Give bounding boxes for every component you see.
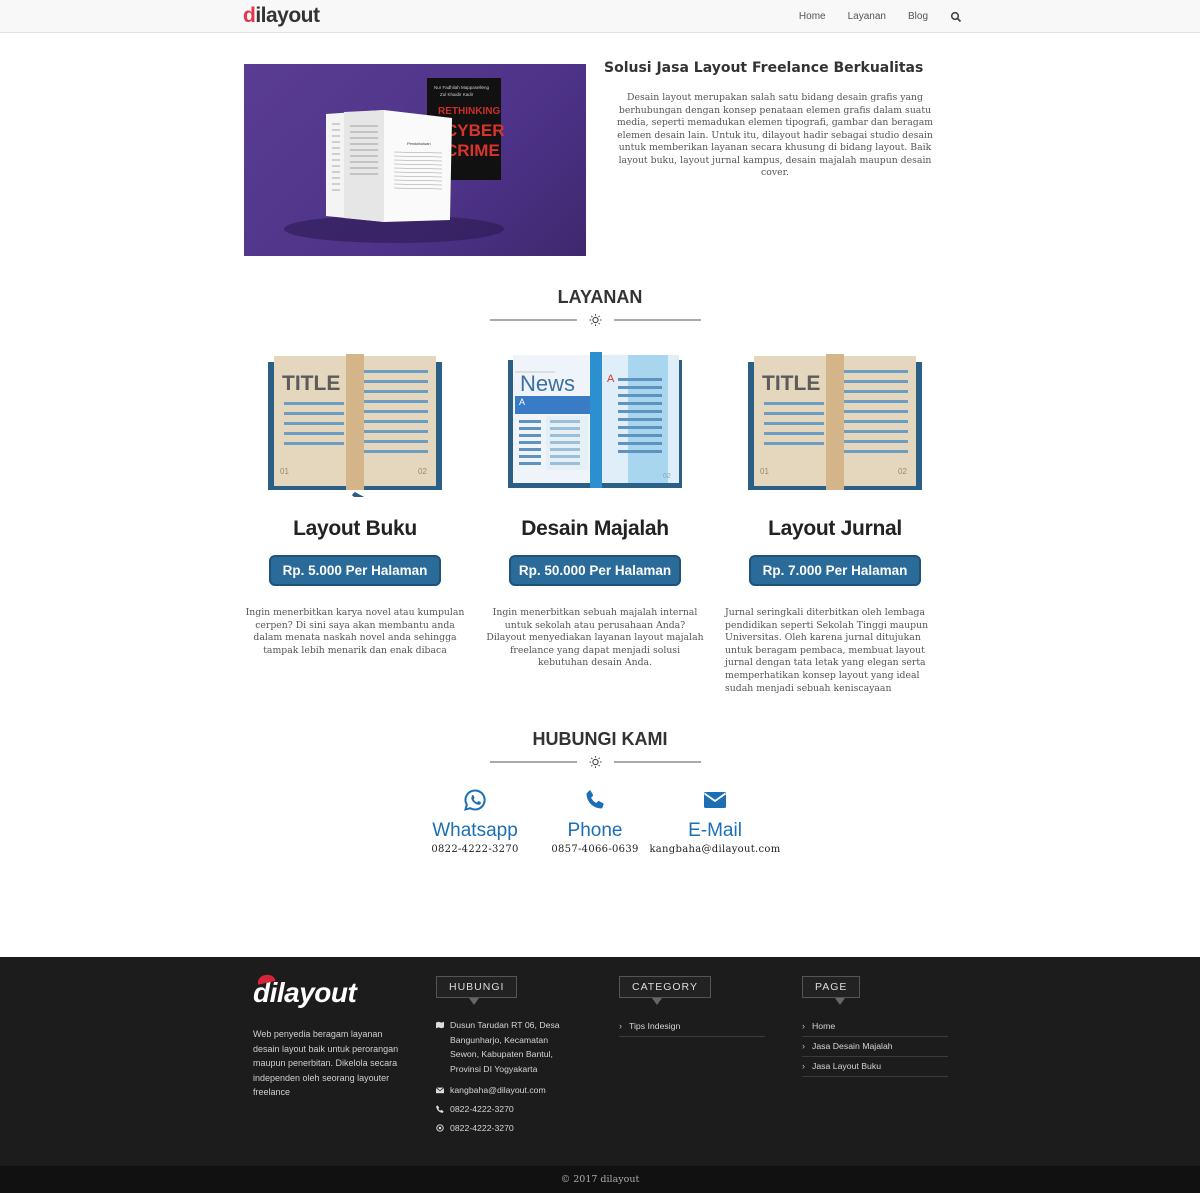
footer-about-text: Web penyedia beragam layanan desain layo… [253,1029,399,1097]
contact-value: kangbaha@dilayout.com [649,844,781,855]
footer-contact-list: Dusun Tarudan RT 06, Desa Bangunharjo, K… [436,1018,576,1137]
svg-text:TITLE: TITLE [762,372,820,395]
layanan-title: LAYANAN [557,287,643,307]
svg-text:Pendahuluan: Pendahuluan [407,141,431,146]
envelope-icon [436,1086,444,1093]
footer: dilayout Web penyedia beragam layanan de… [0,957,1200,1166]
svg-text:RETHINKING: RETHINKING [438,106,500,117]
footer-heading-category: CATEGORY [619,976,711,1005]
svg-text:A: A [607,373,615,385]
book-icon: TITLE 01 02 [748,354,922,490]
contact-value: 0822-4222-3270 [431,844,519,855]
svg-text:CYBER: CYBER [445,121,505,140]
service-description: Ingin menerbitkan sebuah majalah interna… [486,607,704,669]
footer-category-item[interactable]: › Tips Indesign [619,1017,765,1037]
mail-icon [703,792,727,808]
contact-email[interactable]: E-Mail kangbaha@dilayout.com [645,788,785,855]
svg-text:CRIME: CRIME [445,141,500,160]
chevron-right-icon: › [802,1061,805,1071]
sun-icon [592,316,599,324]
footer-page-link-majalah[interactable]: › Jasa Desain Majalah [802,1037,948,1057]
svg-text:News: News [520,371,575,396]
open-book-illustration: Nur Fadhilah Mappaselleng Zul Khaidir Ka… [284,78,505,243]
svg-text:02: 02 [898,467,907,476]
contact-phone[interactable]: Phone 0857-4066-0639 [525,788,665,855]
footer-page-list: › Home › Jasa Desain Majalah › Jasa Layout … [802,1017,948,1077]
whatsapp-icon [464,789,486,811]
contact-value: 0857-4066-0639 [551,844,639,855]
footer-heading-page: PAGE [802,976,861,1005]
magazine-icon: News A A 02 [508,352,682,488]
service-card-desain-majalah: News A A 02 Desain Majalah Rp. 50.000 Pe… [485,352,705,670]
intro-title: Solusi Jasa Layout Freelance Berkualitas [604,60,924,76]
whatsapp-icon [436,1123,444,1132]
footer-page-link-buku[interactable]: › Jasa Layout Buku [802,1057,948,1077]
footer-category-list: › Tips Indesign [619,1017,765,1037]
contact-label: Phone [567,820,623,841]
svg-text:Zul Khaidir Kadir: Zul Khaidir Kadir [440,92,474,97]
nav-menu: Home Layanan Blog [799,0,962,33]
service-card-layout-buku: TITLE 01 02 Layout Buku Rp. 5.000 Per Ha… [245,352,465,657]
phone-icon [586,790,604,809]
svg-text:A: A [519,397,525,407]
footer-heading-hubungi: HUBUNGI [436,976,518,1005]
footer-email[interactable]: kangbaha@dilayout.com [436,1080,576,1099]
site-logo[interactable]: dilayout [243,4,320,28]
price-button-desain-majalah[interactable]: Rp. 50.000 Per Halaman [509,555,681,586]
nav-link-blog[interactable]: Blog [908,11,928,22]
nav-link-layanan[interactable]: Layanan [848,11,886,22]
section-divider [490,756,701,768]
chevron-right-icon: › [619,1021,622,1031]
book-icon: TITLE 01 02 [268,354,442,497]
search-icon[interactable] [950,11,962,23]
nav-link-home[interactable]: Home [799,11,826,22]
svg-text:TITLE: TITLE [282,372,340,395]
contact-label: E-Mail [688,820,742,841]
price-button-layout-buku[interactable]: Rp. 5.000 Per Halaman [269,555,441,586]
hero-book-image: Nur Fadhilah Mappaselleng Zul Khaidir Ka… [244,64,586,256]
service-name: Desain Majalah [521,517,669,540]
service-description: Jurnal seringkali diterbitkan oleh lemba… [725,607,929,694]
phone-icon [436,1104,444,1113]
service-description: Ingin menerbitkan karya novel atau kumpu… [245,607,465,656]
hubungi-title: HUBUNGI KAMI [532,729,668,749]
contact-whatsapp[interactable]: Whatsapp 0822-4222-3270 [405,788,545,855]
footer-phone[interactable]: 0822-4222-3270 [436,1099,576,1118]
top-navbar: dilayout Home Layanan Blog [0,0,1200,33]
sun-icon [592,758,599,766]
footer-logo[interactable]: dilayout [253,973,357,1009]
contact-label: Whatsapp [432,820,518,841]
map-icon [436,1021,444,1029]
service-name: Layout Jurnal [768,517,902,540]
svg-text:01: 01 [280,467,289,476]
section-divider [490,314,701,326]
service-name: Layout Buku [293,517,417,540]
svg-text:02: 02 [663,473,671,480]
svg-text:01: 01 [760,467,769,476]
chevron-right-icon: › [802,1021,805,1031]
service-card-layout-jurnal: TITLE 01 02 Layout Jurnal Rp. 7.000 Per … [725,352,945,695]
copyright-bar: © 2017 dilayout [0,1166,1200,1193]
svg-text:Nur Fadhilah Mappaselleng: Nur Fadhilah Mappaselleng [434,85,490,90]
footer-page-link-home[interactable]: › Home [802,1017,948,1037]
price-button-layout-jurnal[interactable]: Rp. 7.000 Per Halaman [749,555,921,586]
footer-whatsapp[interactable]: 0822-4222-3270 [436,1118,576,1137]
svg-text:02: 02 [418,467,427,476]
footer-address: Dusun Tarudan RT 06, Desa Bangunharjo, K… [436,1018,576,1076]
intro-text: Desain layout merupakan salah satu bidan… [616,92,934,178]
chevron-right-icon: › [802,1041,805,1051]
